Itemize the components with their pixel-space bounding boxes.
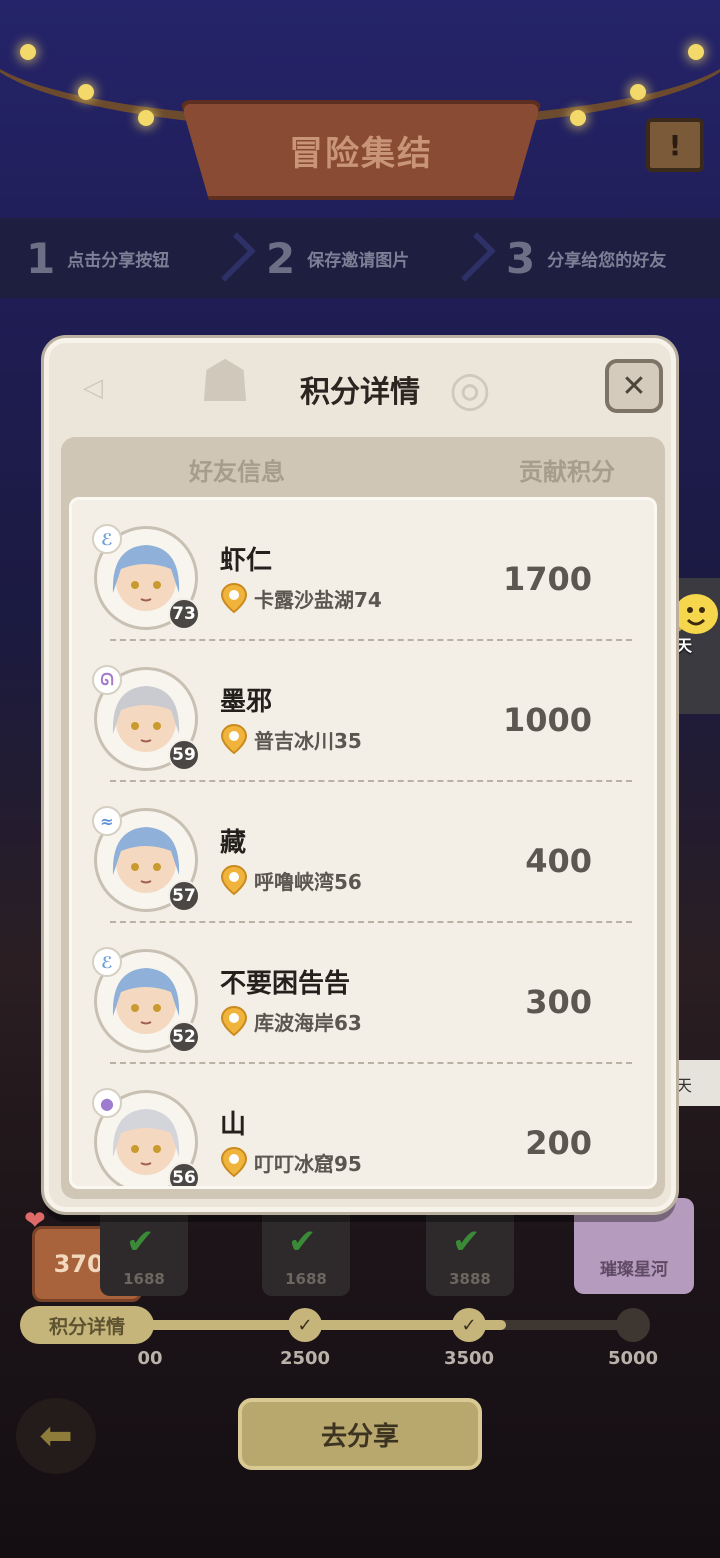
element-icon: ᘏ [92, 665, 122, 695]
step-text: 保存邀请图片 [307, 250, 410, 271]
friend-list-frame: ℰ 73 虾仁 卡露沙盐湖74 1700 ᘏ 59 墨邪 普吉冰川35 1000… [61, 491, 665, 1199]
points-detail-label: 积分详情 [48, 1315, 125, 1338]
location-pin-icon [220, 582, 248, 614]
friend-row[interactable]: ● 56 山 叮叮冰窟95 200 [72, 1064, 654, 1186]
check-icon: ✔ [288, 1222, 317, 1262]
location-pin-icon [220, 864, 248, 896]
back-arrow-button[interactable]: ⬅ [16, 1398, 96, 1474]
contribution-points: 1000 [502, 701, 592, 739]
friend-name: 山 [220, 1110, 247, 1140]
points-detail-modal: ◁ ☗ ◎ 积分详情 ✕ 好友信息 贡献积分 ℰ 73 虾仁 卡露沙盐湖74 1… [44, 338, 676, 1212]
progress-node-complete: ✓ [452, 1308, 486, 1342]
level-badge: 59 [168, 739, 200, 771]
special-reward-card[interactable]: 璀璨星河 [574, 1198, 694, 1294]
share-button-label: 去分享 [320, 1421, 399, 1452]
friend-name: 虾仁 [220, 546, 273, 576]
step-2: 2 保存邀请图片 [240, 231, 496, 283]
reward-value: 1688 [123, 1270, 165, 1288]
special-reward-label: 璀璨星河 [600, 1260, 668, 1280]
reward-value: 1688 [285, 1270, 327, 1288]
check-icon: ✔ [452, 1222, 481, 1262]
step-number: 2 [266, 233, 296, 283]
level-badge: 73 [168, 598, 200, 630]
points-detail-button[interactable]: 积分详情 [20, 1306, 154, 1344]
light-bulb [20, 44, 36, 60]
reward-card[interactable]: ✔ 1688 [262, 1198, 350, 1296]
friend-name: 藏 [220, 828, 247, 858]
friend-row[interactable]: ℰ 52 不要困告告 库波海岸63 300 [72, 923, 654, 1064]
back-arrow-icon: ⬅ [39, 1413, 73, 1459]
page-title: 冒险集结 [289, 133, 433, 174]
contribution-points: 1700 [502, 560, 592, 598]
level-badge: 56 [168, 1162, 200, 1186]
close-icon: ✕ [621, 368, 647, 404]
location-pin-icon [220, 1005, 248, 1037]
friend-location: 叮叮冰窟95 [254, 1152, 362, 1176]
friend-location: 库波海岸63 [254, 1011, 362, 1035]
light-bulb [630, 84, 646, 100]
step-3: 3 分享给您的好友 [480, 234, 720, 283]
friend-name: 墨邪 [220, 687, 273, 717]
light-bulb [138, 110, 154, 126]
contribution-points: 200 [525, 1124, 592, 1162]
contribution-points: 400 [525, 842, 592, 880]
level-badge: 57 [168, 880, 200, 912]
reward-value: 3888 [449, 1270, 491, 1288]
location-pin-icon [220, 723, 248, 755]
page-title-banner: 冒险集结 [180, 100, 542, 200]
progress-tick-label: 3500 [443, 1348, 495, 1369]
step-text: 分享给您的好友 [547, 250, 667, 271]
friend-row[interactable]: ℰ 73 虾仁 卡露沙盐湖74 1700 [72, 500, 654, 641]
modal-title: 积分详情 [300, 375, 420, 410]
light-bulb [78, 84, 94, 100]
progress-tick-label: 5000 [607, 1348, 659, 1369]
level-badge: 52 [168, 1021, 200, 1053]
friend-list[interactable]: ℰ 73 虾仁 卡露沙盐湖74 1700 ᘏ 59 墨邪 普吉冰川35 1000… [69, 497, 657, 1189]
progress-node-empty [616, 1308, 650, 1342]
step-1: 1 点击分享按钮 [0, 231, 256, 283]
light-bulb [688, 44, 704, 60]
step-number: 3 [506, 233, 536, 283]
element-icon: ℰ [92, 947, 122, 977]
light-bulb [570, 110, 586, 126]
book-icon[interactable]: ! [646, 118, 704, 172]
element-icon: ℰ [92, 524, 122, 554]
friend-row[interactable]: ᘏ 59 墨邪 普吉冰川35 1000 [72, 641, 654, 782]
progress-tick-label: 2500 [279, 1348, 331, 1369]
progress-node-complete: ✓ [288, 1308, 322, 1342]
friend-row[interactable]: ≈ 57 藏 呼噜峡湾56 400 [72, 782, 654, 923]
friend-name: 不要困告告 [220, 969, 351, 999]
chat-tab-label: 天 [676, 1076, 693, 1095]
reward-card[interactable]: ✔ 1688 [100, 1198, 188, 1296]
contribution-points: 300 [525, 983, 592, 1021]
check-icon: ✔ [126, 1222, 155, 1262]
step-text: 点击分享按钮 [67, 250, 170, 271]
column-header-points: 贡献积分 [519, 457, 615, 486]
location-pin-icon [220, 1146, 248, 1178]
progress-tick-label: 00 [137, 1348, 163, 1369]
column-header-friend: 好友信息 [189, 457, 285, 486]
steps-bar: 1 点击分享按钮 2 保存邀请图片 3 分享给您的好友 [0, 218, 720, 298]
share-button[interactable]: 去分享 [238, 1398, 482, 1470]
close-button[interactable]: ✕ [605, 359, 663, 413]
element-icon: ≈ [92, 806, 122, 836]
friend-location: 卡露沙盐湖74 [254, 588, 382, 612]
step-number: 1 [26, 233, 56, 283]
element-icon: ● [92, 1088, 122, 1118]
friend-location: 呼噜峡湾56 [254, 870, 362, 894]
reward-card[interactable]: ✔ 3888 [426, 1198, 514, 1296]
friend-location: 普吉冰川35 [254, 729, 362, 753]
